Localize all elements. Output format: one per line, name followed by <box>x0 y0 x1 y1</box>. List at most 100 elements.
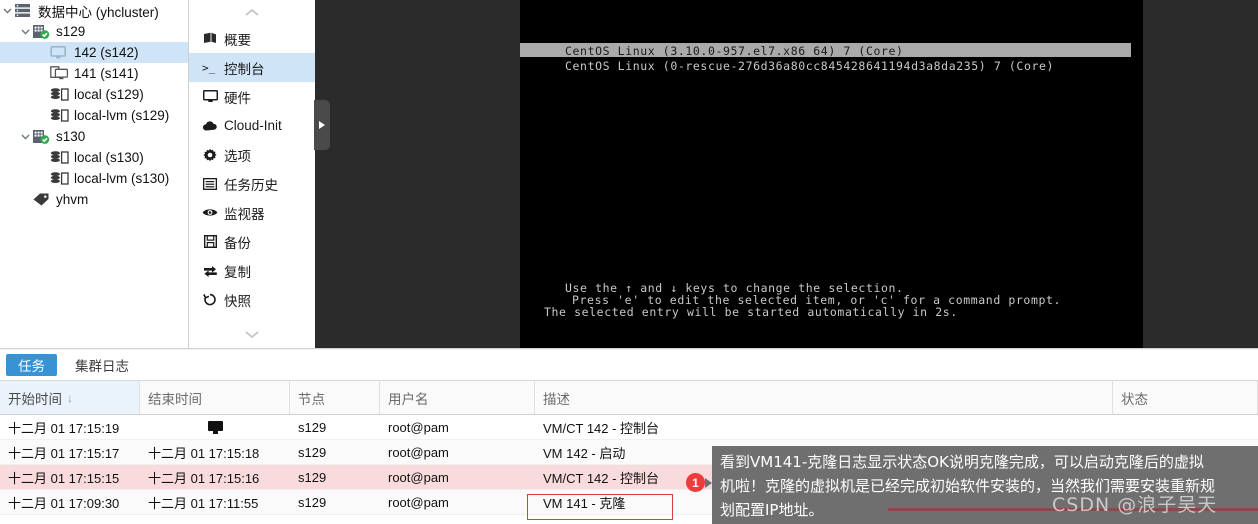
tree-item-label: local (s130) <box>74 150 144 165</box>
tree-item-141[interactable]: 141 (s141) <box>0 63 188 84</box>
menu-item-label: 复制 <box>224 264 251 280</box>
column-header-3[interactable]: 用户名 <box>380 381 535 414</box>
menu-item-label: 快照 <box>224 293 251 309</box>
grub-entry-rescue[interactable]: CentOS Linux (0-rescue-276d36a80cc845428… <box>565 59 1054 73</box>
tree-item-label: local-lvm (s129) <box>74 108 170 123</box>
tree-icon-wrap <box>50 168 72 189</box>
tree-icon-wrap <box>50 147 72 168</box>
grub-help-line-3: The selected entry will be started autom… <box>544 305 958 319</box>
console-container[interactable]: CentOS Linux (3.10.0-957.el7.x86_64) 7 (… <box>314 0 1258 349</box>
menu-item-sync[interactable]: 复制 <box>189 256 315 285</box>
tree-twisty-down-icon[interactable] <box>18 126 32 147</box>
menu-item-save[interactable]: 备份 <box>189 227 315 256</box>
menu-scroll-down-icon[interactable] <box>189 322 315 346</box>
column-header-label: 状态 <box>1121 391 1148 407</box>
cell-end-time <box>140 420 290 434</box>
tree-item-s129[interactable]: s129 <box>0 21 188 42</box>
tree-item-s130[interactable]: s130 <box>0 126 188 147</box>
tree-twisty-spacer <box>36 105 50 126</box>
storage-icon <box>50 150 70 165</box>
column-header-1[interactable]: 结束时间 <box>140 381 290 414</box>
tree-item-label: 数据中心 (yhcluster) <box>38 4 159 20</box>
menu-item-label: 概要 <box>224 32 251 48</box>
menu-item-cloud[interactable]: Cloud-Init <box>189 111 315 140</box>
menu-item-eye[interactable]: 监视器 <box>189 198 315 227</box>
grub-entry-selected[interactable]: CentOS Linux (3.10.0-957.el7.x86_64) 7 (… <box>520 43 1131 58</box>
menu-item-monitor[interactable]: 硬件 <box>189 82 315 111</box>
tree-icon-wrap <box>50 63 72 84</box>
terminal-icon: >_ <box>202 62 218 74</box>
column-header-4[interactable]: 描述 <box>535 381 1113 414</box>
tree-twisty-spacer <box>36 147 50 168</box>
menu-icon-wrap <box>199 120 221 132</box>
column-header-2[interactable]: 节点 <box>290 381 380 414</box>
menu-icon-wrap <box>199 90 221 103</box>
tree-item-local-lvm[interactable]: local-lvm (s130) <box>0 168 188 189</box>
resource-tree[interactable]: 数据中心 (yhcluster) s129 142 (s142) 141 (s141)… <box>0 0 189 349</box>
vm-stopped-icon <box>50 66 69 81</box>
tree-item-yhvm[interactable]: yhvm <box>0 189 188 210</box>
menu-item-history[interactable]: 快照 <box>189 285 315 314</box>
table-row[interactable]: 十二月 01 17:15:19 s129 root@pam VM/CT 142 - 控… <box>0 415 1258 440</box>
column-header-0[interactable]: 开始时间 ↓ <box>0 381 140 414</box>
menu-item-book[interactable]: 概要 <box>189 24 315 53</box>
bottom-tab-1[interactable]: 集群日志 <box>63 354 141 376</box>
menu-icon-wrap <box>199 177 221 190</box>
cell-end-time: 十二月 01 17:11:55 <box>148 495 259 511</box>
annotation-line-1: 看到VM141-克隆日志显示状态OK说明克隆完成，可以启动克隆后的虚拟 <box>720 453 1204 471</box>
node-icon <box>32 24 50 40</box>
bottom-tab-bar[interactable]: 任务 集群日志 <box>0 350 1258 381</box>
storage-icon <box>50 87 70 102</box>
csdn-watermark: CSDN @浪子吴天 <box>1052 494 1218 516</box>
datacenter-icon <box>14 3 31 18</box>
column-header-label: 节点 <box>298 391 325 407</box>
menu-item-label: 备份 <box>224 235 251 251</box>
cell-user: root@pam <box>388 469 449 485</box>
running-monitor-icon <box>207 420 223 434</box>
book-icon <box>203 32 217 45</box>
cell-node: s129 <box>298 419 327 435</box>
sidebar-collapse-handle[interactable] <box>314 100 330 150</box>
task-table-header[interactable]: 开始时间 ↓ 结束时间 节点 用户名 描述 状态 <box>0 381 1258 415</box>
tree-icon-wrap <box>50 105 72 126</box>
menu-item-gear[interactable]: 选项 <box>189 140 315 169</box>
cell-user: root@pam <box>388 419 449 435</box>
tree-item-local[interactable]: local (s129) <box>0 84 188 105</box>
tree-item-label: local-lvm (s130) <box>74 171 170 186</box>
sort-arrow-icon: ↓ <box>67 390 73 405</box>
annotation-badge-1: 1 <box>686 473 705 492</box>
tree-icon-wrap <box>32 21 54 42</box>
menu-icon-wrap <box>199 207 221 218</box>
vnc-console-screen[interactable]: CentOS Linux (3.10.0-957.el7.x86_64) 7 (… <box>520 0 1143 348</box>
gear-icon <box>203 148 217 162</box>
menu-item-label: 控制台 <box>224 61 265 77</box>
tree-icon-wrap <box>14 0 36 21</box>
eye-icon <box>202 207 218 218</box>
cell-end-time: 十二月 01 17:15:16 <box>148 470 260 486</box>
tree-twisty-down-icon[interactable] <box>18 21 32 42</box>
menu-scroll-up-icon[interactable] <box>189 0 315 24</box>
cell-user: root@pam <box>388 444 449 460</box>
column-header-5[interactable]: 状态 <box>1113 381 1258 414</box>
menu-item-list[interactable]: 任务历史 <box>189 169 315 198</box>
cell-start-time: 十二月 01 17:09:30 <box>8 495 120 511</box>
cell-user: root@pam <box>388 494 449 510</box>
tree-item-label: local (s129) <box>74 87 144 102</box>
tree-item-数据中心[interactable]: 数据中心 (yhcluster) <box>0 0 188 21</box>
menu-icon-wrap: >_ <box>199 62 221 74</box>
tree-item-label: 142 (s142) <box>74 45 139 60</box>
tree-twisty-down-icon[interactable] <box>0 0 14 21</box>
tree-item-local-lvm[interactable]: local-lvm (s129) <box>0 105 188 126</box>
tooltip-pointer-icon <box>705 478 712 488</box>
bottom-tab-0[interactable]: 任务 <box>6 354 57 376</box>
storage-icon <box>50 171 70 186</box>
cell-start-time: 十二月 01 17:15:15 <box>8 470 120 486</box>
menu-item-label: 硬件 <box>224 90 251 106</box>
vm-menu-panel[interactable]: 概要 >_ 控制台硬件 Cloud-Init 选项 任务历史 监视器备份复制快照 <box>189 0 316 349</box>
menu-item-terminal[interactable]: >_ 控制台 <box>189 53 315 82</box>
tree-icon-wrap <box>50 84 72 105</box>
tree-item-142[interactable]: 142 (s142) <box>0 42 188 63</box>
top-area: 数据中心 (yhcluster) s129 142 (s142) 141 (s141)… <box>0 0 1258 350</box>
tree-item-local[interactable]: local (s130) <box>0 147 188 168</box>
tree-twisty-spacer <box>36 42 50 63</box>
